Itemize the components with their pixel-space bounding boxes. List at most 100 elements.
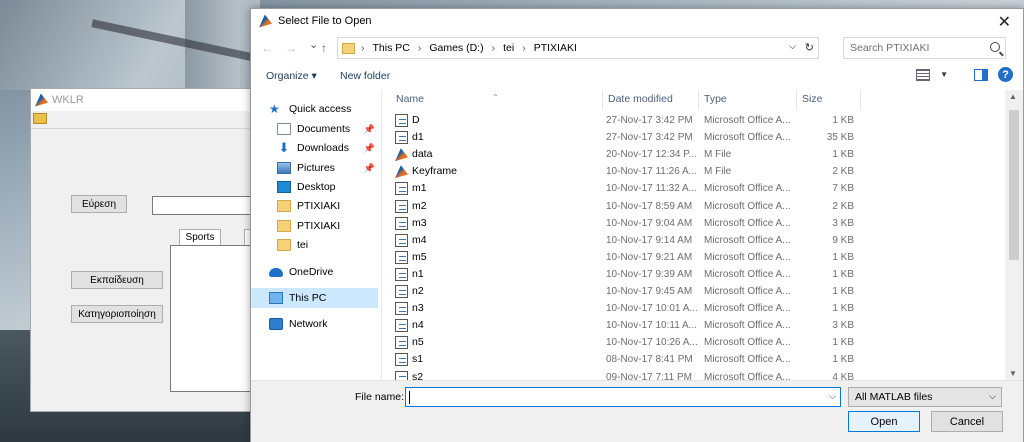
scroll-down-icon[interactable]: ▼ xyxy=(1009,369,1017,378)
search-button[interactable]: Εύρεση xyxy=(71,195,127,213)
back-arrow-icon[interactable]: ← xyxy=(261,41,273,55)
refresh-icon[interactable]: ↻ xyxy=(805,41,814,54)
nav-documents[interactable]: Documents 📌 xyxy=(277,119,381,139)
cancel-button[interactable]: Cancel xyxy=(931,411,1003,432)
nav-ptixiaki-2[interactable]: PTIXIAKI xyxy=(277,216,381,236)
column-header-type[interactable]: Type xyxy=(704,93,727,105)
file-row[interactable]: n2 10-Nov-17 9:45 AM Microsoft Office A...… xyxy=(382,283,1004,300)
file-row[interactable]: m4 10-Nov-17 9:14 AM Microsoft Office A...… xyxy=(382,232,1004,249)
file-size: 1 KB xyxy=(832,286,854,297)
file-row[interactable]: m2 10-Nov-17 8:59 AM Microsoft Office A...… xyxy=(382,198,1004,215)
file-name: D xyxy=(412,114,420,126)
file-row[interactable]: s2 09-Nov-17 7:11 PM Microsoft Office A...… xyxy=(382,369,1004,381)
file-type: Microsoft Office A... xyxy=(704,251,791,263)
breadcrumb-games[interactable]: Games (D:) xyxy=(429,42,483,54)
command-bar: Organize ▾ New folder ▼ ? xyxy=(251,66,1023,90)
chevron-down-icon[interactable]: ⌵ xyxy=(829,391,836,402)
file-name: m4 xyxy=(412,233,427,246)
nav-network[interactable]: Network xyxy=(269,314,381,334)
wklr-titlebar[interactable]: WKLR xyxy=(31,89,269,111)
tab-sports[interactable]: Sports xyxy=(179,229,221,245)
breadcrumb-tei[interactable]: tei xyxy=(503,42,514,54)
file-size: 1 KB xyxy=(832,251,854,263)
figure-file-icon xyxy=(395,353,408,367)
train-button[interactable]: Εκπαίδευση xyxy=(71,271,163,289)
scrollbar-thumb[interactable] xyxy=(1009,110,1019,260)
file-row[interactable]: Keyframe 10-Nov-17 11:26 A... M File 2 KB xyxy=(382,163,1004,180)
file-date: 10-Nov-17 9:21 AM xyxy=(606,251,693,263)
file-date: 10-Nov-17 9:39 AM xyxy=(606,268,693,280)
forward-dropdown-icon[interactable]: ⌄ xyxy=(309,38,318,51)
file-size: 1 KB xyxy=(832,354,854,366)
figure-file-icon xyxy=(395,319,408,333)
file-name: s1 xyxy=(412,353,424,366)
pictures-icon xyxy=(277,162,291,174)
file-name: n5 xyxy=(412,336,424,349)
file-type-select[interactable]: All MATLAB files ⌵ xyxy=(848,387,1002,407)
pin-icon: 📌 xyxy=(363,162,375,173)
open-button[interactable]: Open xyxy=(848,411,920,432)
nav-downloads[interactable]: ⬇ Downloads 📌 xyxy=(277,138,381,158)
nav-this-pc[interactable]: This PC xyxy=(251,288,378,308)
file-date: 09-Nov-17 7:11 PM xyxy=(606,371,692,381)
file-type: Microsoft Office A... xyxy=(704,132,791,144)
search-input[interactable]: Search PTIXIAKI xyxy=(843,37,1006,59)
up-arrow-icon[interactable]: ↑ xyxy=(321,41,327,55)
column-header-name[interactable]: Name xyxy=(396,93,424,105)
file-type: Microsoft Office A... xyxy=(704,217,791,229)
chevron-down-icon[interactable]: ⌵ xyxy=(789,41,796,52)
figure-file-icon xyxy=(395,199,408,213)
new-folder-button[interactable]: New folder xyxy=(340,70,390,82)
file-row[interactable]: n5 10-Nov-17 10:26 A... Microsoft Office A… xyxy=(382,334,1004,351)
nav-desktop[interactable]: Desktop xyxy=(277,177,381,197)
file-date: 08-Nov-17 8:41 PM xyxy=(606,354,693,366)
breadcrumb-ptixiaki[interactable]: PTIXIAKI xyxy=(534,42,577,54)
column-header-date[interactable]: Date modified xyxy=(608,93,673,105)
file-date: 27-Nov-17 3:42 PM xyxy=(606,115,693,126)
file-name: s2 xyxy=(412,370,424,381)
preview-pane-icon[interactable] xyxy=(974,68,988,81)
figure-file-icon xyxy=(395,233,408,247)
file-name: m3 xyxy=(412,216,427,229)
file-row[interactable]: n4 10-Nov-17 10:11 A... Microsoft Office A… xyxy=(382,317,1004,334)
file-row[interactable]: data 20-Nov-17 12:34 P... M File 1 KB xyxy=(382,146,1004,163)
file-row[interactable]: n1 10-Nov-17 9:39 AM Microsoft Office A...… xyxy=(382,266,1004,283)
file-row[interactable]: D 27-Nov-17 3:42 PM Microsoft Office A... 1… xyxy=(382,112,1004,129)
nav-ptixiaki-1[interactable]: PTIXIAKI xyxy=(277,196,381,216)
folder-icon xyxy=(277,220,291,232)
chevron-down-icon: ⌵ xyxy=(989,391,996,401)
search-placeholder: Search PTIXIAKI xyxy=(850,42,930,54)
view-dropdown-icon[interactable]: ▼ xyxy=(940,70,948,79)
file-row[interactable]: m1 10-Nov-17 11:32 A... Microsoft Office A… xyxy=(382,180,1004,197)
file-size: 9 KB xyxy=(832,234,854,246)
nav-tei[interactable]: tei xyxy=(277,235,381,255)
nav-onedrive[interactable]: OneDrive xyxy=(269,262,381,282)
navigation-pane: ★ Quick access Documents 📌 ⬇ Downloads 📌… xyxy=(251,90,381,380)
dialog-titlebar[interactable]: Select File to Open xyxy=(251,9,1023,33)
nav-quick-access[interactable]: ★ Quick access xyxy=(269,99,381,119)
file-row[interactable]: m5 10-Nov-17 9:21 AM Microsoft Office A...… xyxy=(382,249,1004,266)
close-icon[interactable]: ✕ xyxy=(998,12,1011,32)
address-bar[interactable]: › This PC › Games (D:) › tei › PTIXIAKI … xyxy=(337,37,819,59)
organize-button[interactable]: Organize ▾ xyxy=(266,70,317,82)
vertical-scrollbar[interactable]: ▲ ▼ xyxy=(1005,90,1023,380)
open-folder-icon[interactable] xyxy=(33,113,47,124)
classify-button[interactable]: Κατηγοριοποίηση xyxy=(71,305,163,323)
nav-pictures[interactable]: Pictures 📌 xyxy=(277,158,381,178)
help-icon[interactable]: ? xyxy=(998,67,1013,82)
file-name-input[interactable]: ⌵ xyxy=(405,387,841,407)
change-view-icon[interactable] xyxy=(916,68,931,81)
forward-arrow-icon[interactable]: → xyxy=(285,41,297,55)
column-header-size[interactable]: Size xyxy=(802,93,822,105)
figure-file-icon xyxy=(395,250,408,264)
onedrive-icon xyxy=(269,267,283,277)
file-row[interactable]: n3 10-Nov-17 10:01 A... Microsoft Office A… xyxy=(382,300,1004,317)
file-size: 2 KB xyxy=(832,166,854,178)
breadcrumb-this-pc[interactable]: This PC xyxy=(373,42,410,54)
search-icon xyxy=(990,42,1000,52)
file-row[interactable]: s1 08-Nov-17 8:41 PM Microsoft Office A...… xyxy=(382,351,1004,368)
file-date: 10-Nov-17 11:26 A... xyxy=(606,166,697,178)
file-row[interactable]: d1 27-Nov-17 3:42 PM Microsoft Office A...… xyxy=(382,129,1004,146)
file-row[interactable]: m3 10-Nov-17 9:04 AM Microsoft Office A...… xyxy=(382,215,1004,232)
scroll-up-icon[interactable]: ▲ xyxy=(1009,92,1017,101)
